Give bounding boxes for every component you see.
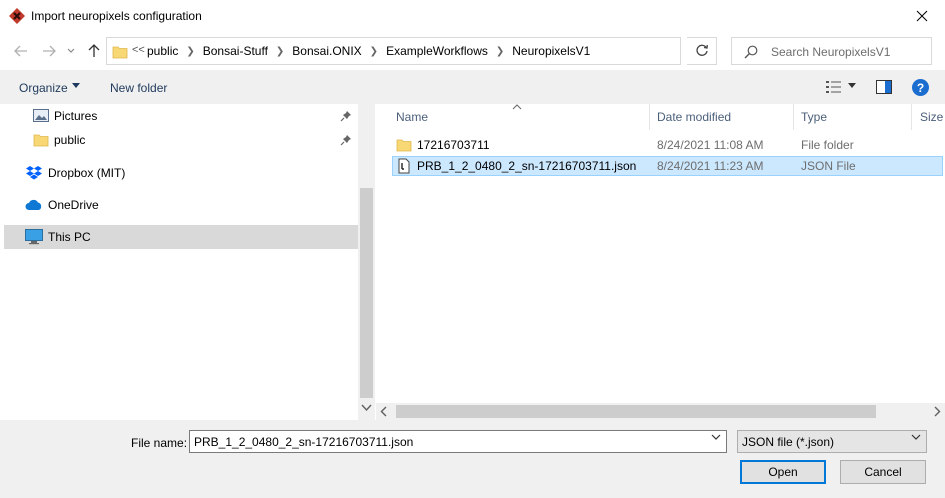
chevron-down-icon[interactable]: [711, 434, 721, 441]
forward-button[interactable]: [40, 42, 58, 60]
window-title: Import neuropixels configuration: [31, 9, 202, 23]
breadcrumb-bonsai-stuff[interactable]: Bonsai-Stuff: [203, 44, 268, 58]
file-name-input[interactable]: PRB_1_2_0480_2_sn-17216703711.json: [189, 430, 727, 453]
search-icon: [744, 45, 758, 59]
folder-icon: [396, 139, 412, 152]
sort-ascending-icon: [512, 104, 522, 110]
address-overflow[interactable]: <<: [132, 44, 145, 56]
file-name-label: File name:: [131, 436, 188, 450]
file-name: PRB_1_2_0480_2_sn-17216703711.json: [417, 159, 637, 173]
nav-item-label: Pictures: [54, 109, 98, 123]
close-icon: [916, 10, 928, 22]
scrollbar-thumb[interactable]: [360, 188, 373, 398]
command-bar: Organize New folder ?: [0, 70, 945, 104]
file-date: 8/24/2021 11:23 AM: [657, 159, 764, 173]
nav-item-label: Dropbox (MIT): [48, 166, 126, 180]
file-name: 17216703711: [417, 138, 490, 152]
column-header-label: Date modified: [657, 110, 732, 124]
refresh-icon: [695, 44, 708, 56]
nav-item-label: This PC: [48, 230, 91, 244]
dialog-footer: File name: PRB_1_2_0480_2_sn-17216703711…: [0, 420, 945, 498]
breadcrumb-neuropixels-v1[interactable]: NeuropixelsV1: [512, 44, 590, 58]
column-header-label: Size: [920, 110, 944, 124]
breadcrumb-example-workflows[interactable]: ExampleWorkflows: [386, 44, 488, 58]
nav-item-onedrive[interactable]: OneDrive: [4, 193, 358, 217]
pin-icon[interactable]: [340, 134, 352, 146]
column-header-label: Type: [801, 110, 828, 124]
chevron-down-icon: [67, 48, 75, 53]
title-bar: Import neuropixels configuration: [0, 0, 945, 32]
file-date: 8/24/2021 11:08 AM: [657, 138, 764, 152]
nav-item-pictures[interactable]: Pictures: [4, 104, 358, 128]
chevron-right-icon[interactable]: ❯: [276, 46, 284, 57]
refresh-button[interactable]: [687, 37, 717, 65]
scrollbar-thumb[interactable]: [396, 405, 876, 418]
column-header-date[interactable]: Date modified: [650, 104, 794, 130]
breadcrumb-public[interactable]: public: [147, 44, 178, 58]
chevron-right-icon[interactable]: ❯: [370, 46, 378, 57]
pictures-icon: [33, 109, 49, 122]
details-view-icon[interactable]: [826, 80, 842, 94]
file-type-select[interactable]: JSON file (*.json): [737, 430, 927, 453]
file-list-horizontal-scrollbar[interactable]: [376, 403, 945, 420]
back-button[interactable]: [12, 42, 30, 60]
file-list: Name Date modified Type Size 17216703711…: [376, 104, 945, 420]
open-button[interactable]: Open: [740, 460, 826, 484]
navigation-pane-scrollbar[interactable]: [358, 104, 375, 420]
chevron-right-icon[interactable]: ❯: [186, 46, 194, 57]
file-type: File folder: [801, 138, 854, 152]
nav-item-label: OneDrive: [48, 198, 99, 212]
column-header-name[interactable]: Name: [376, 104, 650, 130]
scroll-right-arrow-icon[interactable]: [933, 406, 941, 417]
breadcrumb: public ❯ Bonsai-Stuff ❯ Bonsai.ONIX ❯ Ex…: [147, 44, 590, 58]
chevron-down-icon[interactable]: [911, 434, 921, 441]
help-button[interactable]: ?: [912, 79, 929, 96]
file-type: JSON File: [801, 159, 856, 173]
scroll-down-arrow-icon[interactable]: [361, 404, 372, 412]
file-row[interactable]: 17216703711 8/24/2021 11:08 AM File fold…: [392, 135, 943, 155]
caret-down-icon[interactable]: [848, 83, 856, 89]
navigation-pane: Pictures public Dropbox (MIT) OneDrive T…: [0, 104, 358, 420]
new-folder-button[interactable]: New folder: [110, 81, 167, 95]
arrow-left-icon: [14, 45, 27, 57]
nav-item-this-pc[interactable]: This PC: [4, 225, 358, 249]
arrow-up-icon: [88, 44, 100, 57]
column-header-type[interactable]: Type: [794, 104, 912, 130]
address-bar[interactable]: << public ❯ Bonsai-Stuff ❯ Bonsai.ONIX ❯…: [106, 37, 681, 65]
recent-locations-button[interactable]: [62, 42, 80, 60]
column-header-size[interactable]: Size: [912, 104, 945, 130]
chevron-right-icon[interactable]: ❯: [496, 46, 504, 57]
close-button[interactable]: [899, 0, 945, 32]
this-pc-icon: [25, 229, 43, 245]
folder-icon: [33, 134, 49, 147]
file-row-selected[interactable]: PRB_1_2_0480_2_sn-17216703711.json 8/24/…: [392, 156, 943, 176]
nav-item-dropbox[interactable]: Dropbox (MIT): [4, 161, 358, 185]
json-file-icon: [398, 158, 410, 174]
nav-item-public[interactable]: public: [4, 128, 358, 152]
arrow-right-icon: [43, 45, 56, 57]
cancel-button[interactable]: Cancel: [840, 460, 926, 484]
nav-item-label: public: [54, 133, 86, 147]
folder-icon: [112, 46, 128, 59]
bonsai-app-icon: [9, 8, 25, 24]
caret-down-icon: [72, 83, 80, 88]
search-input[interactable]: Search NeuropixelsV1: [771, 45, 890, 59]
breadcrumb-bonsai-onix[interactable]: Bonsai.ONIX: [292, 44, 361, 58]
search-box[interactable]: Search NeuropixelsV1: [731, 37, 932, 65]
preview-pane-icon[interactable]: [876, 80, 892, 94]
column-header-label: Name: [396, 110, 429, 124]
pin-icon[interactable]: [340, 110, 352, 122]
up-button[interactable]: [85, 42, 103, 60]
dropbox-icon: [26, 166, 42, 180]
scroll-left-arrow-icon[interactable]: [380, 406, 388, 417]
organize-button[interactable]: Organize: [19, 81, 68, 95]
onedrive-icon: [25, 199, 42, 210]
